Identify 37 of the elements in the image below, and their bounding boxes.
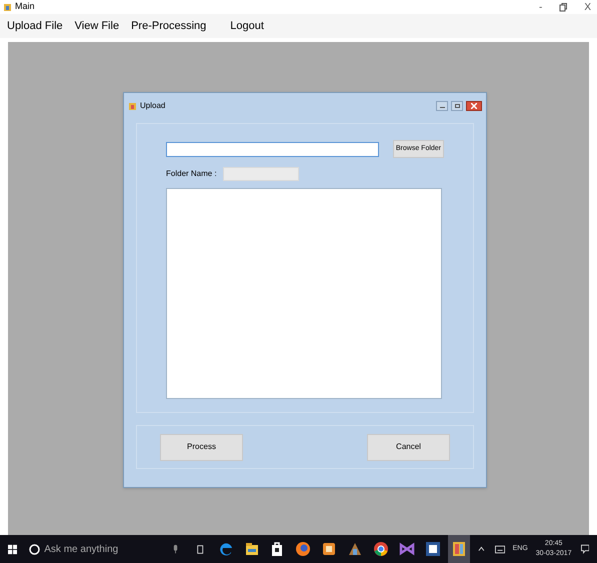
menu-item[interactable]: Logout xyxy=(230,18,264,34)
dialog-title: Upload xyxy=(140,100,166,112)
folder-name-field[interactable] xyxy=(222,167,299,181)
shopping-bag-icon xyxy=(270,541,284,557)
app-icon xyxy=(321,541,338,557)
folder-name-label: Folder Name : xyxy=(166,168,217,180)
app-icon xyxy=(452,541,466,557)
window-title: Main xyxy=(15,0,35,14)
folder-icon xyxy=(244,542,259,556)
search-field[interactable]: Ask me anything xyxy=(29,538,148,560)
close-button[interactable] xyxy=(466,101,482,111)
path-field[interactable] xyxy=(166,142,379,156)
maximize-button[interactable] xyxy=(451,101,463,111)
chevron-up-icon[interactable] xyxy=(478,546,484,552)
browser-e-icon xyxy=(218,541,233,557)
close-icon xyxy=(471,103,477,109)
circle-icon xyxy=(29,544,40,554)
menu-item[interactable]: View File xyxy=(74,18,120,34)
document-icon xyxy=(424,541,441,557)
restore-icon[interactable] xyxy=(559,2,568,12)
keyboard-icon[interactable] xyxy=(494,544,505,554)
close-button[interactable]: X xyxy=(584,0,591,14)
menu-item[interactable]: Upload File xyxy=(7,18,63,34)
cancel-button[interactable]: Cancel xyxy=(367,434,450,460)
app-icon xyxy=(128,102,137,110)
taskbar-app[interactable] xyxy=(448,535,470,563)
notification-icon[interactable] xyxy=(580,544,590,554)
windows-logo-icon[interactable] xyxy=(8,544,18,554)
app-icon xyxy=(3,2,12,12)
globe-icon xyxy=(295,541,312,557)
minimize-button[interactable] xyxy=(436,101,448,111)
microphone-icon[interactable] xyxy=(173,544,178,554)
task-view-icon[interactable] xyxy=(196,544,205,554)
minimize-button[interactable]: - xyxy=(538,0,542,14)
circle-logo-icon xyxy=(373,541,390,557)
process-button[interactable]: Process xyxy=(160,434,243,460)
menu-item[interactable]: Pre-Processing xyxy=(131,18,206,34)
